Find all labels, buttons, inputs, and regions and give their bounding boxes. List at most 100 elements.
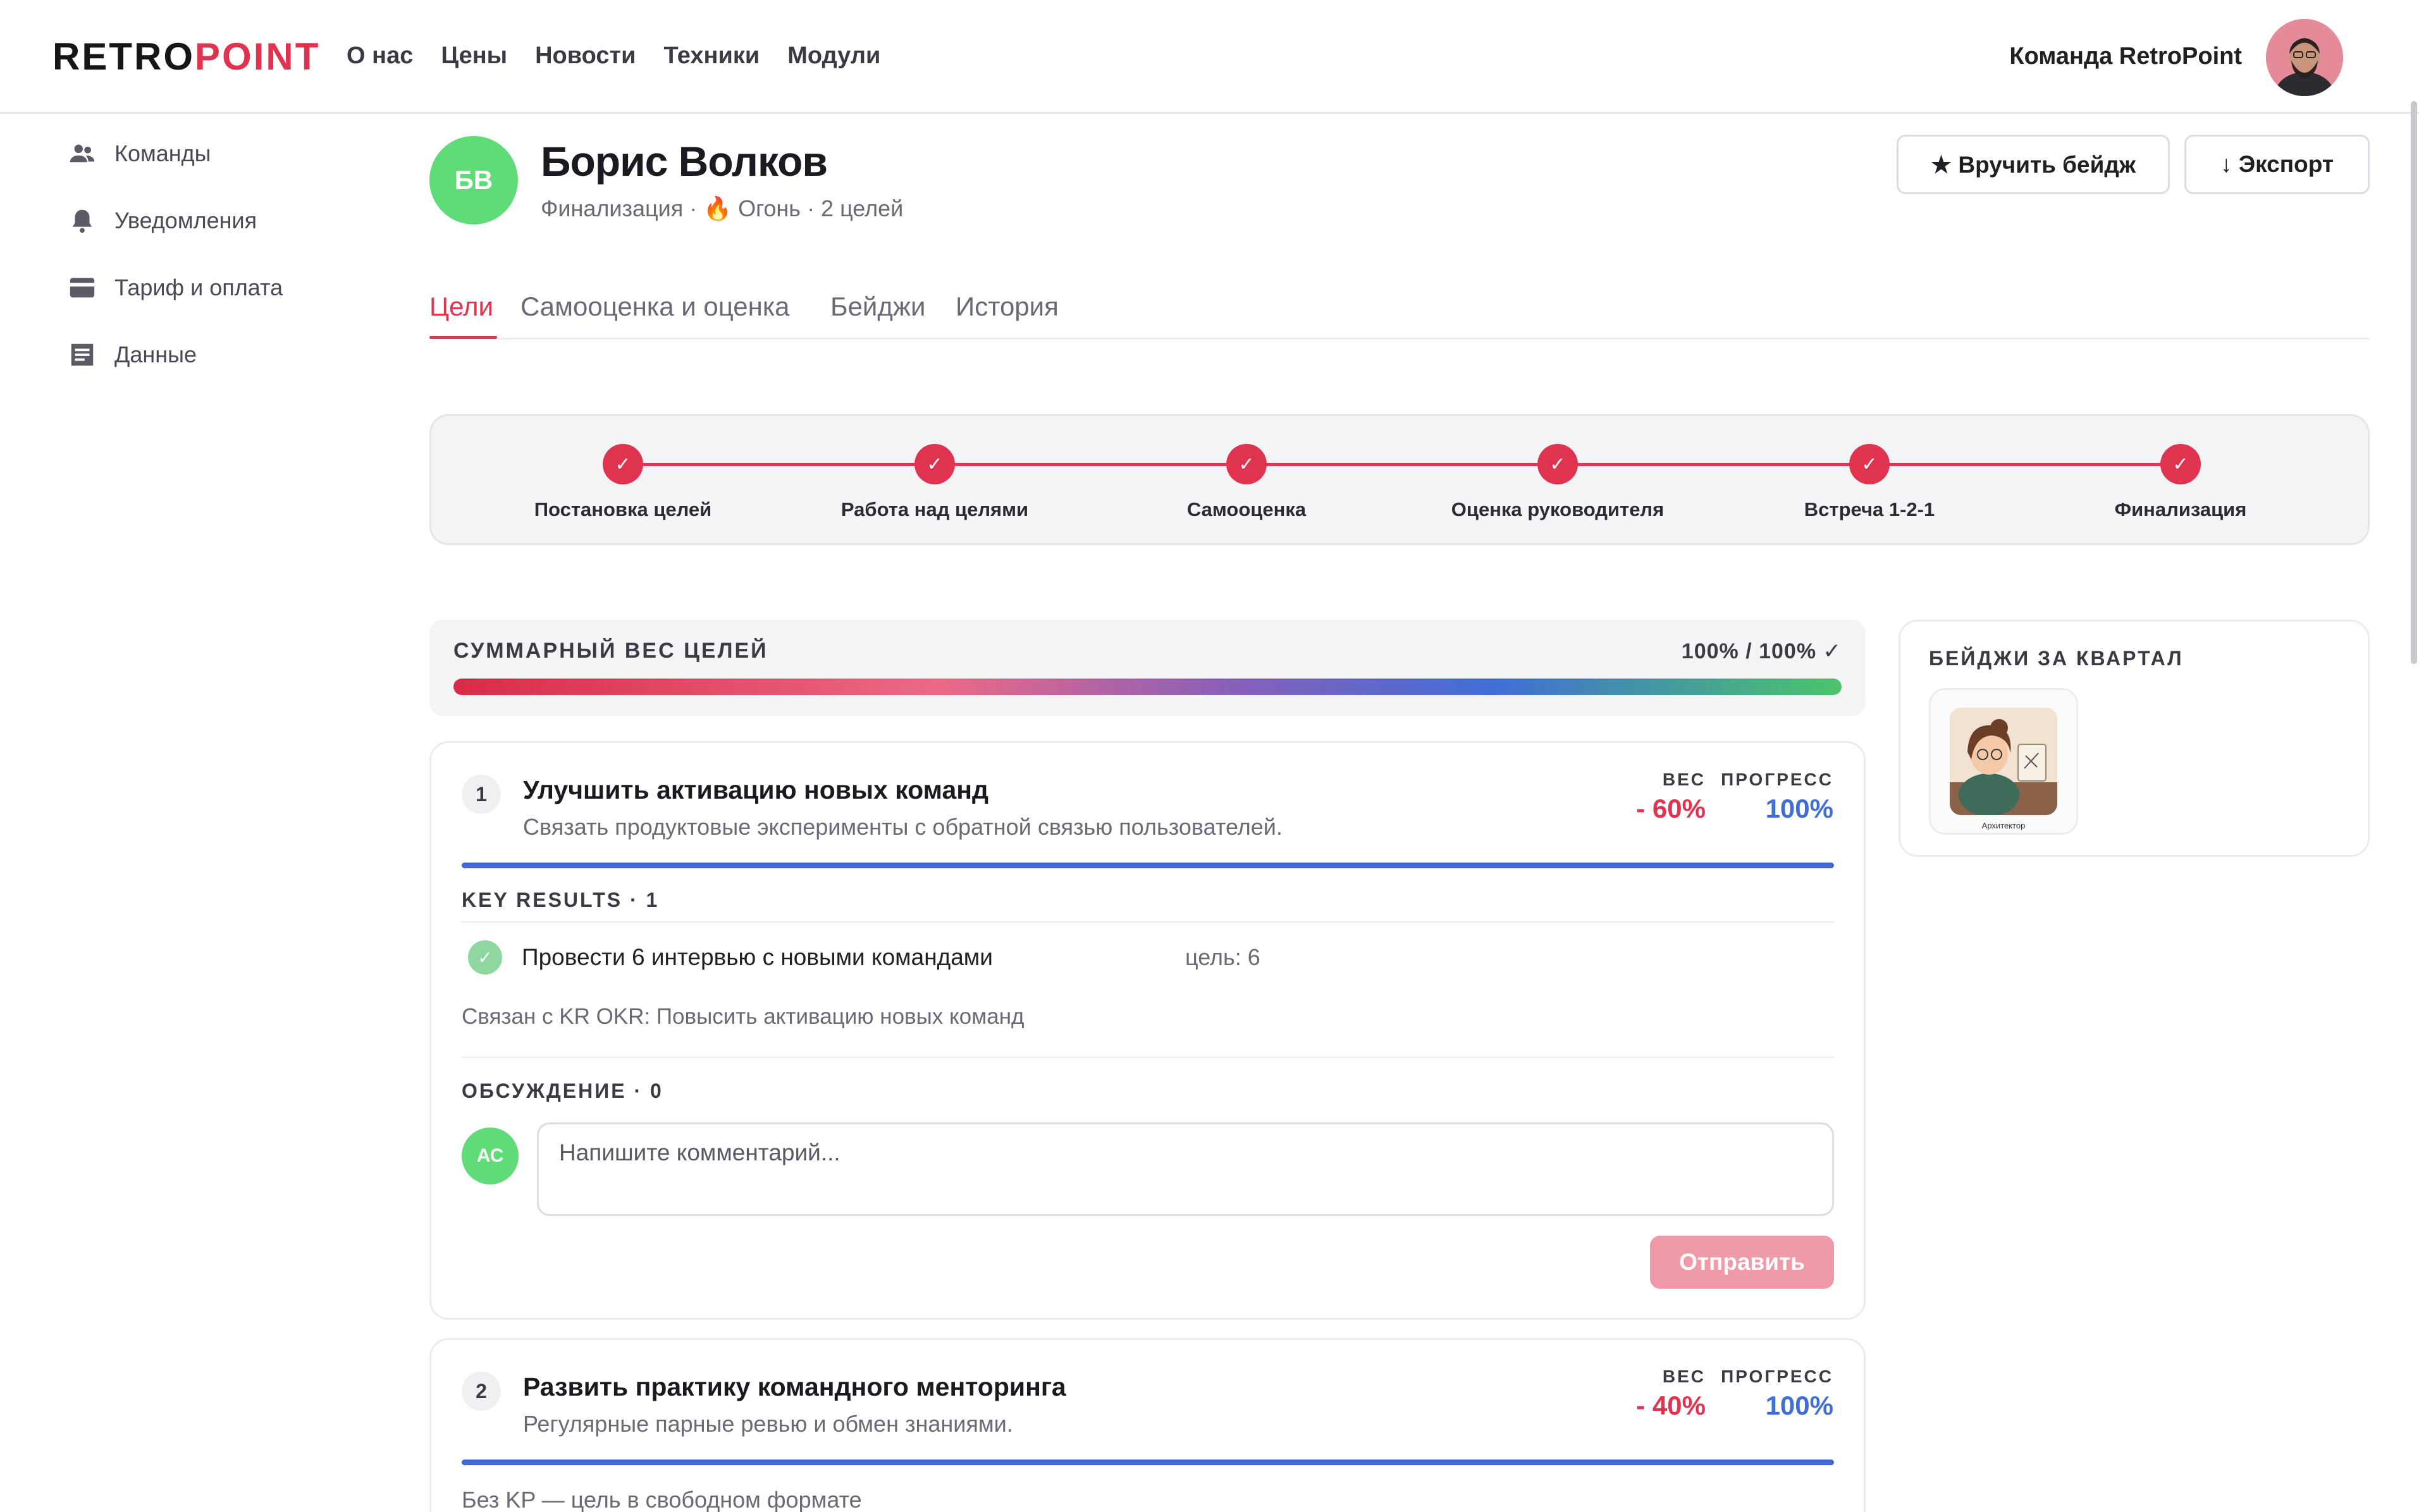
team-switcher[interactable]: Команда RetroPoint <box>2009 40 2242 72</box>
key-results-header: KEY RESULTS · 1 <box>462 888 660 911</box>
weight-progress-bar <box>453 679 1842 695</box>
badges-panel-title: БЕЙДЖИ ЗА КВАРТАЛ <box>1929 647 2184 670</box>
sidebar-item-label: Данные <box>114 341 197 367</box>
top-navigation-bar: RETROPOINT О нас Цены Новости Техники Мо… <box>0 0 2419 114</box>
sidebar-item-teams[interactable]: Команды <box>66 120 283 187</box>
weight-summary-value: 100% / 100% ✓ <box>1681 639 1842 663</box>
step-label: Постановка целей <box>534 498 712 520</box>
sidebar: Команды Уведомления Тариф и оплата Данны… <box>66 120 283 388</box>
goal-progress-value: 100% <box>1765 794 1833 823</box>
check-icon: ✓ <box>2160 444 2201 484</box>
review-stepper: ✓ Постановка целей ✓ Работа над целями ✓… <box>429 414 2370 545</box>
step-working-on-goals: ✓ Работа над целями <box>802 444 1068 521</box>
step-label: Самооценка <box>1186 498 1307 520</box>
step-label: Встреча 1-2-1 <box>1804 498 1935 520</box>
check-icon: ✓ <box>1849 444 1890 484</box>
check-icon: ✓ <box>1226 444 1267 484</box>
goal-progress-label: ПРОГРЕСС <box>1721 770 1833 789</box>
quarter-badges-panel: БЕЙДЖИ ЗА КВАРТАЛ Архитектор <box>1899 620 2370 857</box>
goal-progress-value: 100% <box>1765 1391 1833 1420</box>
goal-progress-label: ПРОГРЕСС <box>1721 1367 1833 1386</box>
page-title: Борис Волков <box>541 138 828 185</box>
goal-description: Регулярные парные ревью и обмен знаниями… <box>523 1411 1013 1437</box>
sidebar-item-data[interactable]: Данные <box>66 321 283 388</box>
goal-weight-label: ВЕС <box>1662 770 1706 789</box>
step-finalization: ✓ Финализация <box>2048 444 2313 521</box>
sidebar-item-label: Команды <box>114 140 211 166</box>
step-manager-review: ✓ Оценка руководителя <box>1425 444 1690 521</box>
goal-progress-bar <box>462 863 1834 868</box>
goal-weight-label: ВЕС <box>1662 1367 1706 1386</box>
goal-progress-bar <box>462 1460 1834 1465</box>
step-goal-setting: ✓ Постановка целей <box>490 444 756 521</box>
goals-weight-summary: СУММАРНЫЙ ВЕС ЦЕЛЕЙ 100% / 100% ✓ <box>429 620 1866 716</box>
badge-tile[interactable]: Архитектор <box>1929 688 2078 835</box>
page-scrollbar[interactable] <box>2411 101 2417 664</box>
goal-title: Улучшить активацию новых команд <box>523 775 989 804</box>
sidebar-item-label: Тариф и оплата <box>114 274 283 300</box>
goal-weight: ВЕС - 60% <box>1636 770 1706 824</box>
nav-link-news[interactable]: Новости <box>535 39 636 72</box>
export-button[interactable]: ↓ Экспорт <box>2184 135 2370 194</box>
goal-weight-value: - 60% <box>1636 794 1706 823</box>
sidebar-item-billing[interactable]: Тариф и оплата <box>66 254 283 321</box>
goal-weight: ВЕС - 40% <box>1636 1367 1706 1421</box>
nav-link-modules[interactable]: Модули <box>787 39 880 72</box>
logo-text-point: POINT <box>195 35 321 78</box>
person-avatar: БВ <box>429 136 518 224</box>
discussion-header: ОБСУЖДЕНИЕ · 0 <box>462 1079 663 1102</box>
tab-assessment[interactable]: Самооценка и оценка <box>520 288 790 326</box>
goal-note: Без KP — цель в свободном формате <box>462 1487 862 1512</box>
key-result-target: цель: 6 <box>1185 944 1260 970</box>
step-one-on-one: ✓ Встреча 1-2-1 <box>1737 444 2002 521</box>
weight-progress-fill <box>453 679 1842 695</box>
bell-icon <box>66 205 98 237</box>
goal-title: Развить практику командного менторинга <box>523 1372 1066 1401</box>
commenter-avatar: АС <box>462 1128 519 1184</box>
comment-input[interactable] <box>537 1122 1834 1216</box>
retropoint-logo[interactable]: RETROPOINT <box>52 38 320 76</box>
weight-summary-title: СУММАРНЫЙ ВЕС ЦЕЛЕЙ <box>453 639 768 663</box>
person-meta: Финализация · 🔥 Огонь · 2 целей <box>541 195 904 221</box>
step-label: Финализация <box>2114 498 2247 520</box>
step-label: Работа над целями <box>840 498 1029 520</box>
send-comment-button[interactable]: Отправить <box>1650 1236 1834 1289</box>
credit-card-icon <box>66 272 98 304</box>
goal-description: Связать продуктовые эксперименты с обрат… <box>523 814 1283 840</box>
sidebar-item-label: Уведомления <box>114 207 257 233</box>
divider <box>462 1057 1834 1058</box>
tab-badges[interactable]: Бейджи <box>830 288 925 326</box>
divider <box>462 921 1834 923</box>
nav-link-pricing[interactable]: Цены <box>441 39 507 72</box>
main-nav: О нас Цены Новости Техники Модули <box>347 39 880 72</box>
user-photo-icon <box>2266 19 2343 96</box>
goal-number: 2 <box>462 1372 501 1411</box>
sidebar-item-notifications[interactable]: Уведомления <box>66 187 283 254</box>
step-label: Оценка руководителя <box>1451 498 1665 520</box>
tab-history[interactable]: История <box>956 288 1059 326</box>
goal-weight-value: - 40% <box>1636 1391 1706 1420</box>
check-icon: ✓ <box>603 444 643 484</box>
badge-caption: Архитектор <box>1981 821 2026 830</box>
goal-card: 1 Улучшить активацию новых команд Связат… <box>429 741 1866 1320</box>
goal-progress: ПРОГРЕСС 100% <box>1721 1367 1833 1421</box>
goal-progress: ПРОГРЕСС 100% <box>1721 770 1833 824</box>
nav-link-techniques[interactable]: Техники <box>663 39 760 72</box>
logo-text-retro: RETRO <box>52 35 195 78</box>
user-avatar[interactable] <box>2266 19 2343 96</box>
nav-link-about[interactable]: О нас <box>347 39 413 72</box>
document-icon <box>66 339 98 371</box>
check-icon: ✓ <box>914 444 955 484</box>
key-result-text: Провести 6 интервью с новыми командами <box>522 944 993 970</box>
goal-card: 2 Развить практику командного менторинга… <box>429 1338 1866 1512</box>
architect-badge-icon <box>1950 708 2057 815</box>
people-icon <box>66 138 98 169</box>
check-icon: ✓ <box>1537 444 1578 484</box>
kr-done-check-icon[interactable]: ✓ <box>468 940 502 974</box>
award-badge-button[interactable]: ★ Вручить бейдж <box>1897 135 2170 194</box>
tab-goals[interactable]: Цели <box>429 288 493 326</box>
profile-tabs: Цели Самооценка и оценка Бейджи История <box>429 288 2370 340</box>
okr-link-text: Связан с KR OKR: Повысить активацию новы… <box>462 1004 1025 1029</box>
goal-number: 1 <box>462 775 501 814</box>
step-self-assessment: ✓ Самооценка <box>1114 444 1379 521</box>
